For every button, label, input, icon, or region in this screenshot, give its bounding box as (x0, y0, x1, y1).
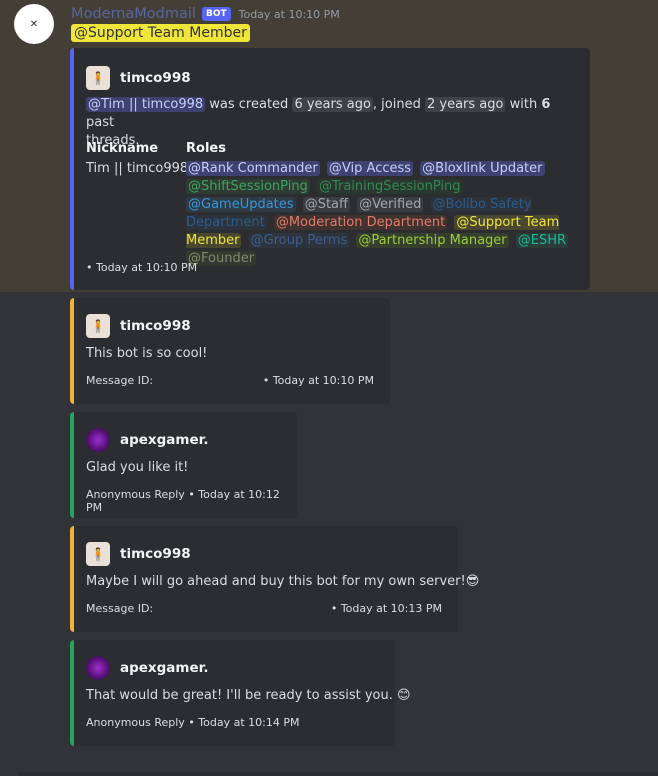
role-tag[interactable]: @Partnership Manager (356, 233, 509, 248)
embed-author-name[interactable]: timco998 (120, 546, 191, 562)
reply-embed: 🧍 timco998 This bot is so cool! Message ID:… (70, 298, 390, 404)
embed-footer-left: Message ID: (86, 374, 154, 387)
user-avatar-icon (86, 656, 110, 680)
user-mention[interactable]: @Tim || timco998 (86, 97, 206, 112)
embed-footer-right: • Today at 10:13 PM (330, 602, 442, 615)
embed-body-text: This bot is so cool! (86, 346, 208, 361)
threads-count: 6 (541, 97, 551, 112)
message-timestamp[interactable]: Today at 10:10 PM (239, 8, 340, 21)
created-ago[interactable]: 6 years ago (292, 97, 373, 112)
bot-username[interactable]: ModernaModmail (71, 6, 196, 22)
embed-footer-left: Anonymous Reply • Today at 10:14 PM (86, 716, 300, 729)
roles-field-label: Roles (186, 141, 226, 156)
role-mention[interactable]: @Support Team Member (71, 24, 250, 42)
user-avatar-icon: 🧍 (86, 314, 110, 338)
role-tag[interactable]: @Verified (357, 197, 424, 212)
desc-text-with: with (505, 97, 542, 112)
bot-badge: BOT (201, 7, 231, 21)
joined-ago[interactable]: 2 years ago (425, 97, 506, 112)
embed-footer-left: Anonymous Reply • Today at 10:12 PM (86, 488, 280, 514)
embed-author: apexgamer. (86, 656, 209, 680)
nickname-field-value: Tim || timco998 (86, 161, 189, 176)
role-tag[interactable]: @TrainingSessionPing (316, 179, 463, 194)
mention-line: @Support Team Member (71, 24, 250, 42)
role-tag[interactable]: @Bloxlink Updater (420, 161, 545, 176)
role-tag[interactable]: @Group Perms (248, 233, 350, 248)
logo-icon: ✕ (29, 18, 39, 30)
bot-avatar[interactable]: ✕ (14, 4, 54, 44)
reply-embed: apexgamer. That would be great! I'll be r… (70, 640, 411, 746)
embed-body-text: Maybe I will go ahead and buy this bot f… (86, 574, 480, 589)
embed-footer: • Today at 10:10 PM (86, 261, 198, 274)
role-tag[interactable]: @ESHR (515, 233, 569, 248)
embed-body-text: Glad you like it! (86, 460, 189, 475)
desc-text-past: past (86, 115, 115, 130)
nickname-field-label: Nickname (86, 141, 159, 156)
bottom-divider (18, 772, 658, 776)
embed-author: apexgamer. (86, 428, 209, 452)
message-header: ModernaModmail BOT Today at 10:10 PM (71, 3, 340, 25)
user-avatar-icon: 🧍 (86, 542, 110, 566)
role-tag[interactable]: @Rank Commander (186, 161, 320, 176)
embed-author-name[interactable]: timco998 (120, 70, 191, 86)
user-avatar-icon: 🧍 (86, 66, 110, 90)
role-tag[interactable]: @Moderation Department (273, 215, 448, 230)
embed-author: 🧍 timco998 (86, 314, 191, 338)
user-info-embed: 🧍 timco998 @Tim || timco998 was created … (70, 48, 590, 290)
embed-author: 🧍 timco998 (86, 66, 191, 90)
user-avatar-icon (86, 428, 110, 452)
roles-list: @Rank Commander @Vip Access @Bloxlink Up… (186, 160, 576, 268)
embed-footer-left: Message ID: (86, 602, 154, 615)
desc-text-created: was created (205, 97, 293, 112)
role-tag[interactable]: @ShiftSessionPing (186, 179, 310, 194)
embed-footer-right: • Today at 10:10 PM (262, 374, 374, 387)
embed-author-name[interactable]: timco998 (120, 318, 191, 334)
embed-body-text: That would be great! I'll be ready to as… (86, 688, 411, 703)
embed-author: 🧍 timco998 (86, 542, 191, 566)
role-tag[interactable]: @Vip Access (326, 161, 414, 176)
reply-embed: 🧍 timco998 Maybe I will go ahead and buy t… (70, 526, 479, 632)
reply-embed: apexgamer. Glad you like it! Anonymous Rep… (70, 412, 297, 518)
role-tag[interactable]: @Staff (302, 197, 350, 212)
embed-author-name[interactable]: apexgamer. (120, 660, 209, 676)
desc-text-joined: , joined (372, 97, 425, 112)
embed-author-name[interactable]: apexgamer. (120, 432, 209, 448)
role-tag[interactable]: @GameUpdates (186, 197, 296, 212)
